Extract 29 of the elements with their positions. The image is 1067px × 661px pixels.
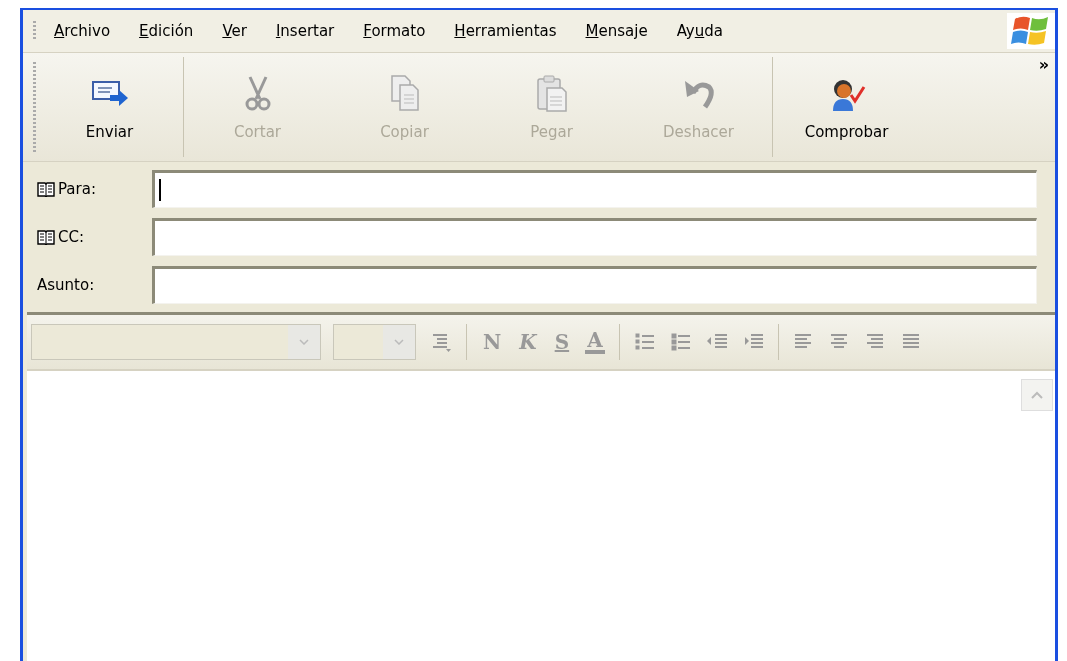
numbered-list-icon[interactable]: [633, 332, 656, 352]
toolbar-overflow-button[interactable]: »: [1032, 53, 1055, 76]
field-label: CC:: [58, 228, 84, 246]
caret-up-icon: [1031, 391, 1043, 399]
address-book-icon[interactable]: [37, 181, 55, 197]
menu-item[interactable]: Formato: [363, 22, 426, 40]
input-field[interactable]: [152, 170, 1037, 208]
menu-item[interactable]: Ver: [222, 22, 247, 40]
toolbar-button[interactable]: Comprobar: [773, 53, 920, 161]
chevron-down-icon: [394, 339, 404, 345]
menu-item[interactable]: Insertar: [275, 22, 335, 40]
bullet-list-icon[interactable]: [669, 332, 692, 352]
menu-item[interactable]: Herramientas: [454, 22, 557, 40]
paragraph-style-icon[interactable]: [430, 332, 452, 352]
menu-item[interactable]: Ayuda: [676, 22, 723, 40]
dropdown[interactable]: [333, 324, 416, 360]
chevron-down-icon: [299, 339, 309, 345]
toolbar-button[interactable]: Enviar: [36, 53, 183, 161]
input-field[interactable]: [152, 266, 1037, 304]
address-book-icon[interactable]: [37, 229, 55, 245]
input-field[interactable]: [152, 218, 1037, 256]
scroll-up-button[interactable]: [1021, 379, 1053, 411]
field-label: Asunto:: [37, 276, 95, 294]
menu-item[interactable]: Edición: [139, 22, 194, 40]
windows-flag-icon: [1007, 13, 1055, 49]
field-label: Para:: [58, 180, 96, 198]
menu-item[interactable]: Mensaje: [585, 22, 648, 40]
dropdown[interactable]: [31, 324, 321, 360]
menu-item[interactable]: Archivo: [54, 22, 111, 40]
